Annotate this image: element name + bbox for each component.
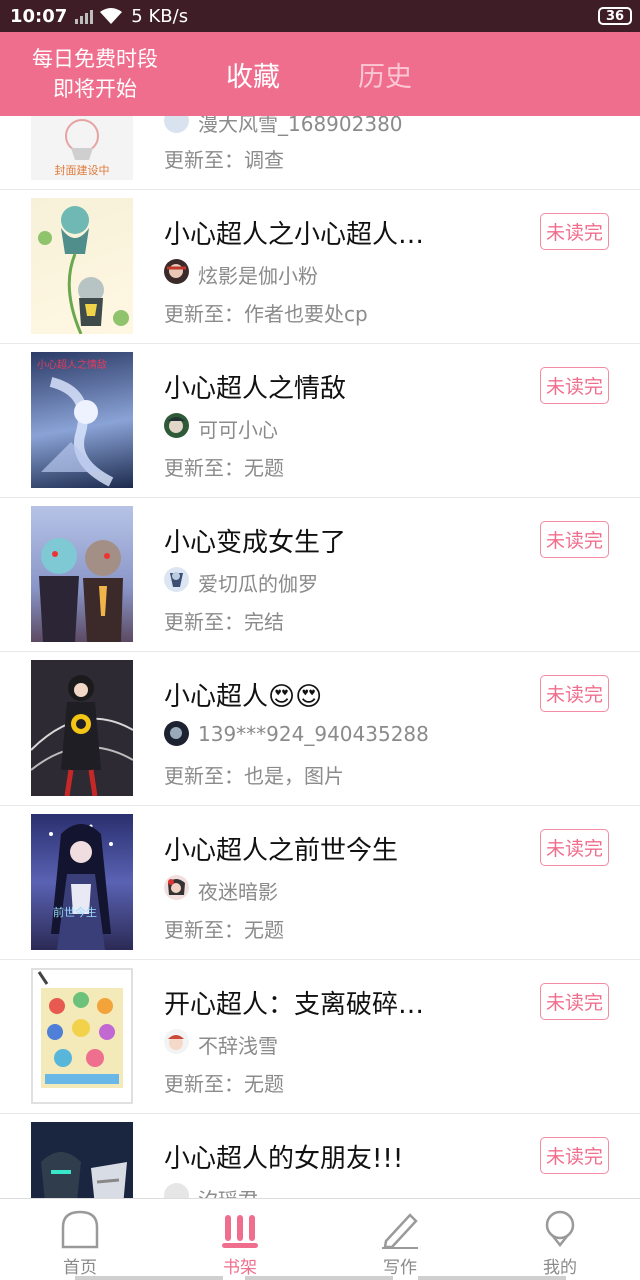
update-info: 更新至：也是，图片 xyxy=(164,764,344,788)
cover-placeholder-text: 封面建设中 xyxy=(55,163,110,177)
comic-title: 小心超人的女朋友!!! xyxy=(164,1144,404,1174)
author-avatar xyxy=(164,1183,189,1198)
status-bar: 10:07 5 KB/s 36 xyxy=(0,0,640,32)
svg-text:前世今生: 前世今生 xyxy=(53,905,97,919)
wifi-icon xyxy=(99,7,123,25)
free-period-banner[interactable]: 每日免费时段 即将开始 xyxy=(0,44,190,104)
comic-title: 小心超人之小心超人… xyxy=(164,220,425,250)
app-root: 10:07 5 KB/s 36 每日免费时段 即将开始 收藏 历史 封面建设中 xyxy=(0,0,640,1280)
unread-badge[interactable]: 未读完 xyxy=(540,1137,609,1174)
list-item[interactable]: 小心变成女生了 爱切瓜的伽罗 更新至：完结 未读完 xyxy=(0,498,640,652)
update-info: 更新至：作者也要处cp xyxy=(164,302,368,326)
list-item[interactable]: 封面建设中 漫大风雪_168902380 更新至：调查 xyxy=(0,116,640,190)
cover-image: 封面建设中 xyxy=(31,116,133,180)
author-avatar xyxy=(164,116,189,133)
unread-badge[interactable]: 未读完 xyxy=(540,675,609,712)
battery-level: 36 xyxy=(605,8,625,24)
cover-image: 前世今生 xyxy=(31,814,133,950)
unread-badge[interactable]: 未读完 xyxy=(540,521,609,558)
unread-badge[interactable]: 未读完 xyxy=(540,829,609,866)
update-info: 更新至：无题 xyxy=(164,1072,284,1096)
gesture-bar xyxy=(75,1276,223,1280)
unread-badge[interactable]: 未读完 xyxy=(540,367,609,404)
author-name: 炫影是伽小粉 xyxy=(198,264,318,288)
cover-image xyxy=(31,1122,133,1198)
cover-image xyxy=(31,506,133,642)
author-avatar xyxy=(164,1029,189,1054)
list-item[interactable]: 前世今生 小心超人之前世今生 夜迷暗影 更新至：无题 未读完 xyxy=(0,806,640,960)
update-info: 更新至：无题 xyxy=(164,456,284,480)
gesture-bar xyxy=(245,1276,393,1280)
tab-history[interactable]: 历史 xyxy=(322,55,454,94)
author-avatar xyxy=(164,875,189,900)
favorites-list: 封面建设中 漫大风雪_168902380 更新至：调查 小心超人之小心超人… 炫… xyxy=(0,116,640,1198)
update-info: 更新至：无题 xyxy=(164,918,284,942)
promo-line-2: 即将开始 xyxy=(53,77,137,101)
cover-image xyxy=(31,198,133,334)
list-item[interactable]: 小心超人😍😍 139***924_940435288 更新至：也是，图片 未读完 xyxy=(0,652,640,806)
bookshelf-icon xyxy=(220,1207,260,1251)
author-avatar xyxy=(164,567,189,592)
bottom-nav: 首页 书架 写作 我的 xyxy=(0,1198,640,1280)
battery-icon: 36 xyxy=(598,7,632,25)
author-name: 夜迷暗影 xyxy=(198,880,278,904)
comic-title: 开心超人：支离破碎… xyxy=(164,990,425,1020)
comic-title: 小心变成女生了 xyxy=(164,528,347,558)
nav-profile-label: 我的 xyxy=(543,1258,577,1278)
signal-icon xyxy=(75,8,94,24)
author-avatar xyxy=(164,413,189,438)
list-item[interactable]: 小心超人的女朋友!!! 汐瑶君 未读完 xyxy=(0,1114,640,1198)
unread-badge[interactable]: 未读完 xyxy=(540,213,609,250)
list-item[interactable]: 小心超人之情敌 小心超人之情敌 可可小心 更新至：无题 未读完 xyxy=(0,344,640,498)
comic-title: 小心超人😍😍 xyxy=(164,682,323,712)
gesture-bar xyxy=(418,1276,566,1280)
list-item[interactable]: 小心超人之小心超人… 炫影是伽小粉 更新至：作者也要处cp 未读完 xyxy=(0,190,640,344)
nav-bookshelf-label: 书架 xyxy=(223,1258,257,1278)
cover-image: 小心超人之情敌 xyxy=(31,352,133,488)
network-speed: 5 KB/s xyxy=(131,5,189,27)
tab-favorites[interactable]: 收藏 xyxy=(190,55,322,94)
author-name: 不辞浅雪 xyxy=(198,1034,278,1058)
author-name: 汐瑶君 xyxy=(198,1184,258,1198)
nav-write[interactable]: 写作 xyxy=(320,1199,480,1280)
nav-bookshelf[interactable]: 书架 xyxy=(160,1199,320,1280)
cover-image xyxy=(31,660,133,796)
svg-text:小心超人之情敌: 小心超人之情敌 xyxy=(37,358,107,371)
update-info: 更新至：调查 xyxy=(164,148,284,172)
nav-write-label: 写作 xyxy=(383,1258,417,1278)
home-icon xyxy=(60,1207,100,1251)
comic-title: 小心超人之情敌 xyxy=(164,374,347,404)
status-time: 10:07 xyxy=(10,5,68,27)
comic-title: 小心超人之前世今生 xyxy=(164,836,399,866)
author-name: 可可小心 xyxy=(198,418,278,442)
pen-icon xyxy=(380,1207,420,1251)
list-item[interactable]: 开心超人：支离破碎… 不辞浅雪 更新至：无题 未读完 xyxy=(0,960,640,1114)
author-avatar xyxy=(164,259,189,284)
profile-icon xyxy=(540,1207,580,1251)
author-avatar xyxy=(164,721,189,746)
nav-home-label: 首页 xyxy=(63,1258,97,1278)
cover-image xyxy=(31,968,133,1104)
update-info: 更新至：完结 xyxy=(164,610,284,634)
author-name: 爱切瓜的伽罗 xyxy=(198,572,318,596)
promo-line-1: 每日免费时段 xyxy=(32,47,158,71)
unread-badge[interactable]: 未读完 xyxy=(540,983,609,1020)
top-header: 每日免费时段 即将开始 收藏 历史 xyxy=(0,32,640,116)
nav-home[interactable]: 首页 xyxy=(0,1199,160,1280)
author-name: 漫大风雪_168902380 xyxy=(198,116,403,136)
nav-profile[interactable]: 我的 xyxy=(480,1199,640,1280)
author-name: 139***924_940435288 xyxy=(198,722,429,746)
